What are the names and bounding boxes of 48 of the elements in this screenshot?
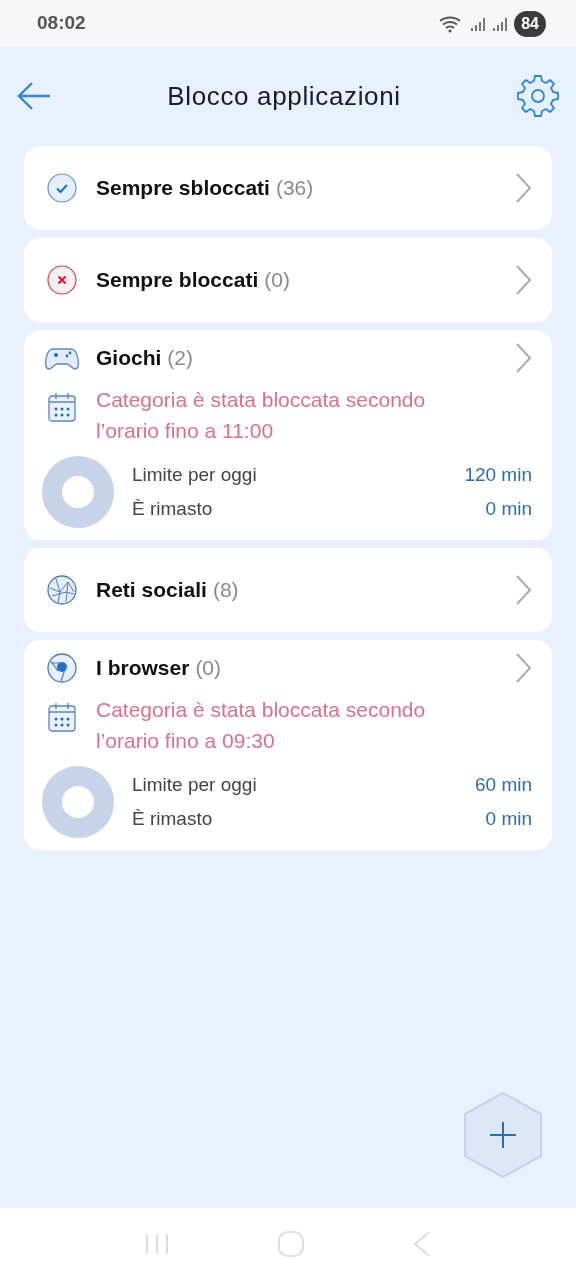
limit-label: Limite per oggi <box>132 772 257 797</box>
home-icon[interactable] <box>277 1230 305 1258</box>
usage-donut <box>42 766 114 838</box>
category-name: I browser <box>96 655 190 682</box>
category-card[interactable]: Giochi (2) Categoria è stata bloccata secondo l’orario fino a 11:00 Limite per oggi 120 min È rimasto 0 min <box>24 330 552 540</box>
settings-button[interactable] <box>514 72 562 120</box>
schedule-message: Categoria è stata bloccata secondo l’orario fino a 09:30 <box>96 697 427 754</box>
chevron-icon <box>514 342 532 374</box>
category-count: (0) <box>195 655 222 682</box>
cross-icon <box>46 264 78 296</box>
battery-level: 84 <box>514 10 546 37</box>
back-arrow-icon <box>16 80 52 112</box>
clock: 08:02 <box>37 11 86 36</box>
category-count: (8) <box>212 577 239 604</box>
chevron-icon <box>514 172 532 204</box>
category-count: (0) <box>264 267 290 294</box>
calendar-icon <box>48 392 76 422</box>
schedule-message: Categoria è stata bloccata secondo l’orario fino a 11:00 <box>96 387 427 444</box>
category-name: Sempre bloccati <box>96 267 259 294</box>
category-name: Sempre sbloccati <box>96 175 270 202</box>
usage-donut <box>42 456 114 528</box>
chevron-icon <box>514 574 532 606</box>
signal-icon <box>492 15 509 32</box>
category-count: (2) <box>167 345 193 372</box>
settings-icon <box>515 73 561 119</box>
limit-label: Limite per oggi <box>132 462 257 487</box>
category-name: Giochi <box>96 345 162 372</box>
category-card[interactable]: Reti sociali (8) <box>24 548 552 632</box>
category-card[interactable]: Sempre sbloccati (36) <box>24 146 552 230</box>
signal-icon <box>470 15 487 32</box>
category-card[interactable]: Sempre bloccati (0) <box>24 238 552 322</box>
category-count: (36) <box>275 175 314 202</box>
category-name: Reti sociali <box>96 577 207 604</box>
chevron-icon <box>514 264 532 296</box>
browser-icon <box>46 652 78 684</box>
recent-apps-icon[interactable] <box>143 1232 170 1256</box>
remaining-label: È rimasto <box>132 807 213 831</box>
calendar-icon <box>48 702 76 732</box>
remaining-label: È rimasto <box>132 497 213 521</box>
limit-value: 120 min <box>464 462 532 487</box>
remaining-value: 0 min <box>485 807 532 831</box>
globe-icon <box>46 574 78 606</box>
category-card[interactable]: I browser (0) Categoria è stata bloccata secondo l’orario fino a 09:30 Limite per oggi 60 min È rimasto 0 min <box>24 640 552 850</box>
page-title: Blocco applicazioni <box>167 79 401 113</box>
chevron-icon <box>514 652 532 684</box>
remaining-value: 0 min <box>485 497 532 521</box>
check-icon <box>46 172 78 204</box>
limit-value: 60 min <box>474 772 532 797</box>
